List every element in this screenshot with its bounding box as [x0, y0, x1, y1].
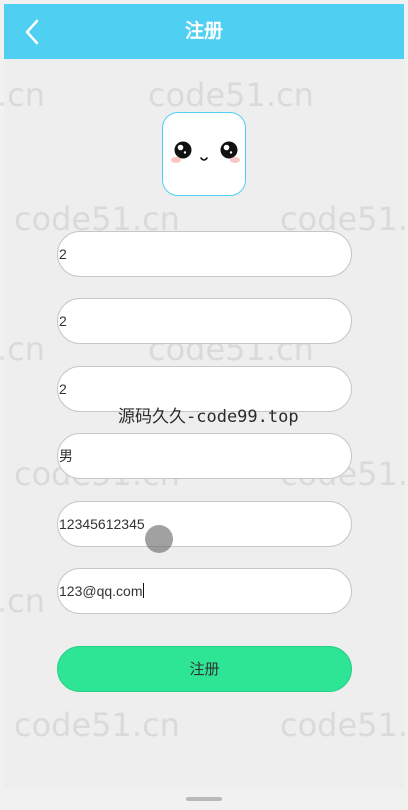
home-indicator-bar[interactable] — [186, 797, 222, 801]
phone-input[interactable]: 12345612345 — [57, 501, 352, 547]
username-input[interactable]: 2 — [57, 231, 352, 277]
email-value: 123@qq.com — [59, 583, 143, 599]
gender-value: 男 — [59, 448, 73, 464]
gender-input[interactable]: 男 — [57, 433, 352, 479]
avatar[interactable] — [162, 112, 246, 196]
page-title: 注册 — [184, 20, 223, 42]
text-caret — [143, 583, 145, 598]
password-value: 2 — [59, 313, 67, 329]
touch-indicator — [145, 525, 173, 553]
watermark-center-text: 源码久久-code99.top — [118, 407, 299, 427]
cute-face-icon — [171, 141, 240, 163]
register-button[interactable]: 注册 — [57, 646, 352, 692]
username-value: 2 — [59, 246, 67, 262]
app-frame: 注册 .cn code51.cn code51.cn code51.cn .cn… — [0, 0, 408, 810]
header-bar: 注册 — [4, 4, 404, 59]
password-input[interactable]: 2 — [57, 298, 352, 344]
phone-value: 12345612345 — [59, 516, 145, 532]
confirm-password-value: 2 — [59, 381, 67, 397]
email-value-wrap: 123@qq.com — [59, 569, 145, 613]
email-input[interactable]: 123@qq.com — [57, 568, 352, 614]
